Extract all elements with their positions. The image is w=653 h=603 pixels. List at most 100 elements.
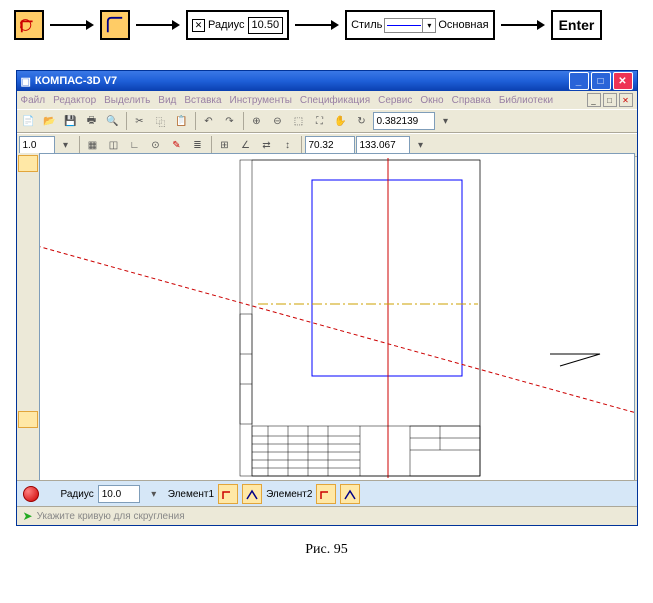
- params-panel-button[interactable]: [18, 226, 38, 243]
- close-button[interactable]: ✕: [613, 72, 633, 90]
- arrow-icon: [501, 18, 545, 32]
- menu-item[interactable]: Спецификация: [300, 95, 370, 106]
- status-text: Укажите кривую для скругления: [37, 511, 185, 522]
- menu-item[interactable]: Файл: [21, 95, 46, 106]
- save-button[interactable]: 💾: [61, 111, 81, 131]
- status-arrow-icon: ➤: [23, 509, 33, 523]
- mdi-buttons: _ □ ✕: [587, 93, 633, 107]
- app-title: КОМПАС-3D V7: [35, 75, 117, 87]
- mdi-max-button[interactable]: □: [603, 93, 617, 107]
- dropdown-icon[interactable]: ▾: [144, 484, 164, 504]
- mdi-close-button[interactable]: ✕: [619, 93, 633, 107]
- stop-command-button[interactable]: [23, 486, 39, 502]
- y-coord-input[interactable]: 133.067: [356, 136, 410, 154]
- snap-point-button[interactable]: ⊙: [146, 135, 166, 155]
- toolbar-flow: ✕ Радиус 10.50 Стиль ▾ Основная Enter: [10, 10, 643, 40]
- minimize-button[interactable]: _: [569, 72, 589, 90]
- maximize-button[interactable]: □: [591, 72, 611, 90]
- enter-button[interactable]: Enter: [551, 10, 603, 40]
- layer-button[interactable]: ≣: [188, 135, 208, 155]
- arrow-icon: [295, 18, 339, 32]
- line-tool-button[interactable]: [18, 304, 38, 321]
- print-button[interactable]: 🖶: [82, 111, 102, 131]
- menu-item[interactable]: Сервис: [378, 95, 412, 106]
- text-tool-button[interactable]: [18, 464, 38, 481]
- fillet-tool-button[interactable]: [18, 411, 38, 428]
- dims-panel-button[interactable]: [18, 173, 38, 190]
- radius-label: Радиус: [61, 489, 94, 500]
- radius-checkbox[interactable]: ✕: [192, 19, 205, 32]
- select-panel-button[interactable]: [18, 262, 38, 279]
- dropdown-icon[interactable]: ▾: [56, 135, 76, 155]
- new-button[interactable]: 📄: [19, 111, 39, 131]
- element2-label: Элемент2: [266, 489, 312, 500]
- arc-tool-button[interactable]: [18, 339, 38, 356]
- coord-button[interactable]: ⊞: [215, 135, 235, 155]
- zoom-out-button[interactable]: ⊖: [268, 111, 288, 131]
- zoom-fit-button[interactable]: ⛶: [310, 111, 330, 131]
- copy-button[interactable]: ⿻: [151, 111, 171, 131]
- radius-input[interactable]: 10.50: [248, 17, 284, 34]
- app-window: ▣ КОМПАС-3D V7 _ □ ✕ Файл Редактор Выдел…: [16, 70, 638, 526]
- element1-mode-button[interactable]: [218, 484, 238, 504]
- toggle-button[interactable]: ⇄: [257, 135, 277, 155]
- element2-mode-button[interactable]: [316, 484, 336, 504]
- menu-item[interactable]: Вставка: [184, 95, 221, 106]
- scale-input[interactable]: 1.0: [19, 136, 55, 154]
- pan-button[interactable]: ✋: [331, 111, 351, 131]
- mdi-min-button[interactable]: _: [587, 93, 601, 107]
- x-coord-input[interactable]: 70.32: [305, 136, 355, 154]
- edit-panel-button[interactable]: [18, 209, 38, 226]
- fillet-tool-icon[interactable]: [14, 10, 44, 40]
- menu-item[interactable]: Инструменты: [230, 95, 292, 106]
- style-label: Стиль: [351, 19, 382, 31]
- element2-mode2-button[interactable]: [340, 484, 360, 504]
- marker-button[interactable]: ✎: [167, 135, 187, 155]
- toolbar-row-1: 📄 📂 💾 🖶 🔍 ✂ ⿻ 📋 ↶ ↷ ⊕ ⊖ ⬚ ⛶ ✋ ↻ 0.382139…: [17, 109, 637, 133]
- menu-item[interactable]: Редактор: [53, 95, 96, 106]
- snap-button[interactable]: ◫: [104, 135, 124, 155]
- geometry-panel-button[interactable]: [18, 155, 38, 172]
- refresh-button[interactable]: ↻: [352, 111, 372, 131]
- ellipse-tool-button[interactable]: [18, 357, 38, 374]
- measure-panel-button[interactable]: [18, 244, 38, 261]
- style-name: Основная: [438, 19, 488, 31]
- grid-button[interactable]: ▦: [83, 135, 103, 155]
- point-tool-button[interactable]: [18, 286, 38, 303]
- menu-item[interactable]: Выделить: [104, 95, 150, 106]
- chamfer-tool-button[interactable]: [18, 429, 38, 446]
- zoom-window-button[interactable]: ⬚: [289, 111, 309, 131]
- cut-button[interactable]: ✂: [130, 111, 150, 131]
- element1-label: Элемент1: [168, 489, 214, 500]
- radius-label: Радиус: [208, 19, 245, 31]
- circle-tool-button[interactable]: [18, 322, 38, 339]
- zoom-in-button[interactable]: ⊕: [247, 111, 267, 131]
- dropdown-icon[interactable]: ▾: [411, 135, 431, 155]
- paste-button[interactable]: 📋: [172, 111, 192, 131]
- symbols-panel-button[interactable]: [18, 191, 38, 208]
- preview-button[interactable]: 🔍: [103, 111, 123, 131]
- angle-button[interactable]: ∠: [236, 135, 256, 155]
- menu-item[interactable]: Библиотеки: [499, 95, 553, 106]
- ortho-button[interactable]: ∟: [125, 135, 145, 155]
- figure-caption: Рис. 95: [10, 542, 643, 558]
- drawing-canvas[interactable]: [39, 153, 635, 481]
- toggle-button[interactable]: ↕: [278, 135, 298, 155]
- undo-button[interactable]: ↶: [199, 111, 219, 131]
- menu-item[interactable]: Справка: [452, 95, 491, 106]
- menu-item[interactable]: Вид: [158, 95, 176, 106]
- dropdown-icon[interactable]: ▾: [436, 111, 456, 131]
- style-select[interactable]: ▾: [384, 18, 436, 33]
- corner-tool-icon[interactable]: [100, 10, 130, 40]
- element1-mode2-button[interactable]: [242, 484, 262, 504]
- spline-tool-button[interactable]: [18, 375, 38, 392]
- redo-button[interactable]: ↷: [220, 111, 240, 131]
- menu-item[interactable]: Окно: [420, 95, 443, 106]
- rect-tool-button[interactable]: [18, 393, 38, 410]
- title-bar: ▣ КОМПАС-3D V7 _ □ ✕: [17, 71, 637, 91]
- open-button[interactable]: 📂: [40, 111, 60, 131]
- arrow-icon: [136, 18, 180, 32]
- radius-input[interactable]: 10.0: [98, 485, 140, 503]
- zoom-input[interactable]: 0.382139: [373, 112, 435, 130]
- hatch-tool-button[interactable]: [18, 446, 38, 463]
